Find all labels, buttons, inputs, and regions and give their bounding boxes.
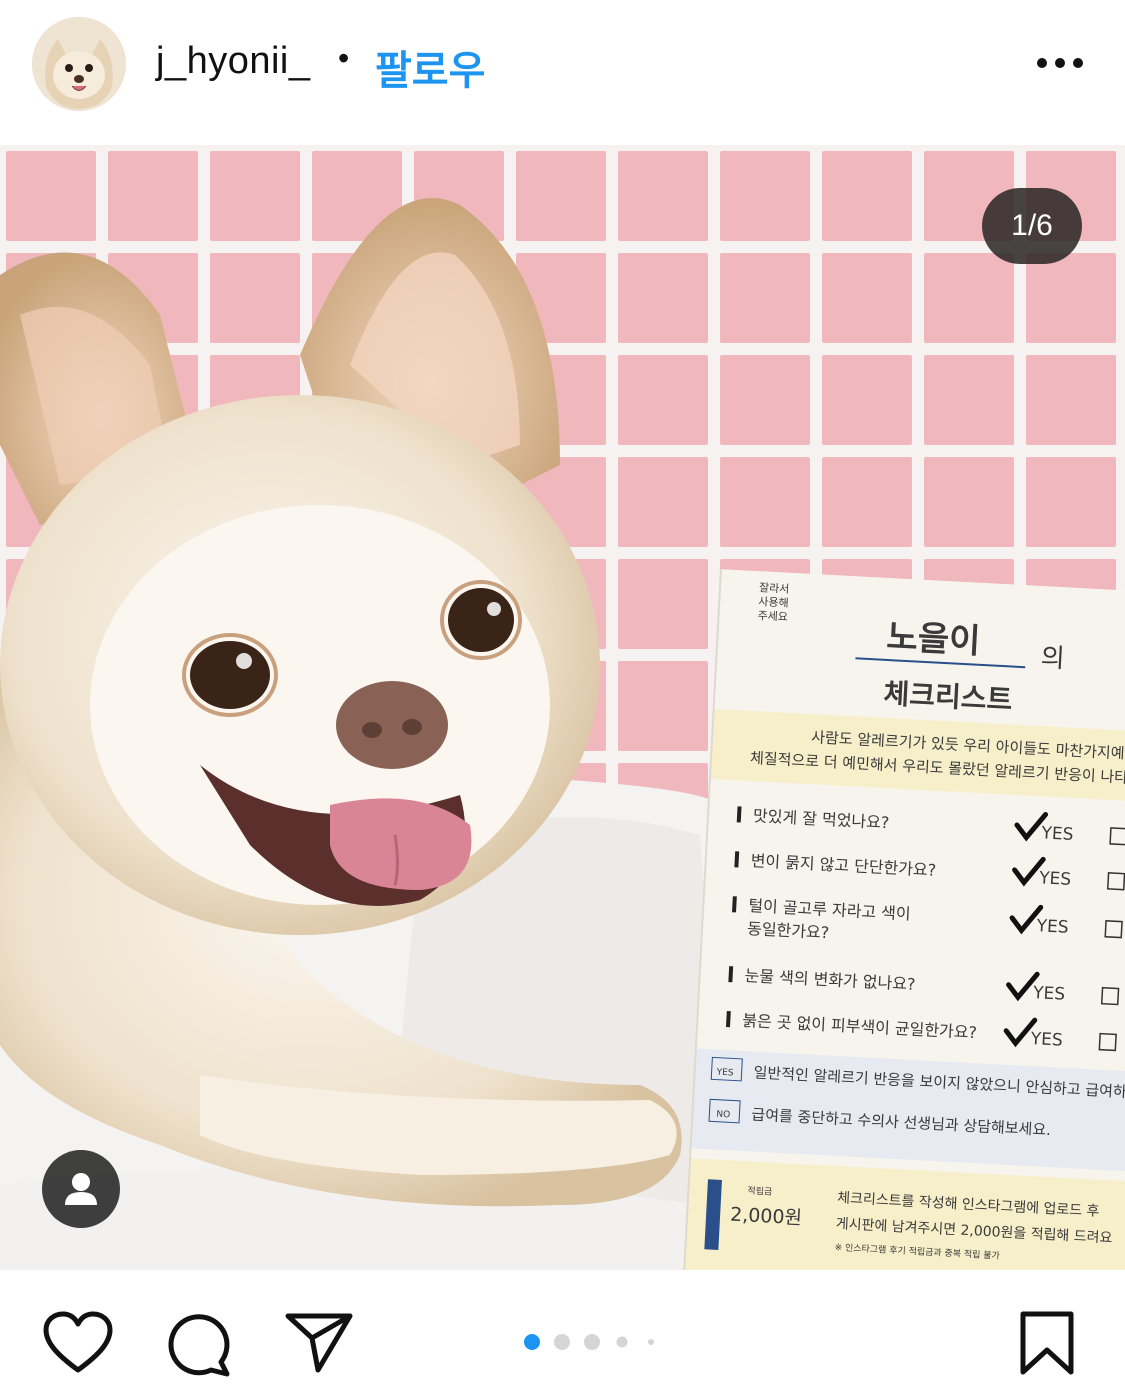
post-header: j_hyonii_ • 팔로우 [0,0,1125,145]
more-horizontal-icon[interactable] [1030,42,1090,82]
card-name-suffix: 의 [1040,643,1065,674]
carousel-dot [616,1336,628,1348]
bookmark-icon[interactable] [1018,1310,1076,1376]
card-yes-5: YES [1029,1029,1063,1051]
user-tag-icon[interactable] [42,1150,120,1228]
username[interactable]: j_hyonii_ [156,40,311,83]
card-cut-note-3: 주세요 [757,609,788,624]
carousel-dot [554,1334,570,1350]
card-yes-badge: YES [715,1068,734,1079]
send-icon[interactable] [284,1310,354,1376]
card-points-value: 2,000원 [730,1204,803,1230]
card-cut-note-1: 잘라서 [759,581,790,596]
card-cut-note-2: 사용해 [758,594,789,610]
carousel-dot [648,1339,654,1345]
comment-icon[interactable] [165,1310,233,1378]
follow-button[interactable]: 팔로우 [375,38,485,96]
carousel-dot-active [524,1334,540,1350]
card-yes-4: YES [1032,983,1066,1005]
card-yes-1: YES [1040,823,1074,845]
card-name: 노을이 [886,617,982,662]
separator-dot: • [338,40,350,76]
carousel-dots [524,1334,654,1350]
avatar[interactable] [32,17,126,111]
heart-icon[interactable] [42,1310,114,1376]
card-title: 체크리스트 [883,677,1013,717]
card-yes-3: YES [1035,916,1069,938]
card-yes-2: YES [1038,868,1072,890]
card-no-badge: NO [716,1110,730,1121]
carousel-counter: 1/6 [982,188,1082,264]
carousel-dot [584,1334,600,1350]
post-photo[interactable]: 잘라서 사용해 주세요 노을이 의 체크리스트 사람도 알레르기가 있듯 우리 … [0,145,1125,1270]
